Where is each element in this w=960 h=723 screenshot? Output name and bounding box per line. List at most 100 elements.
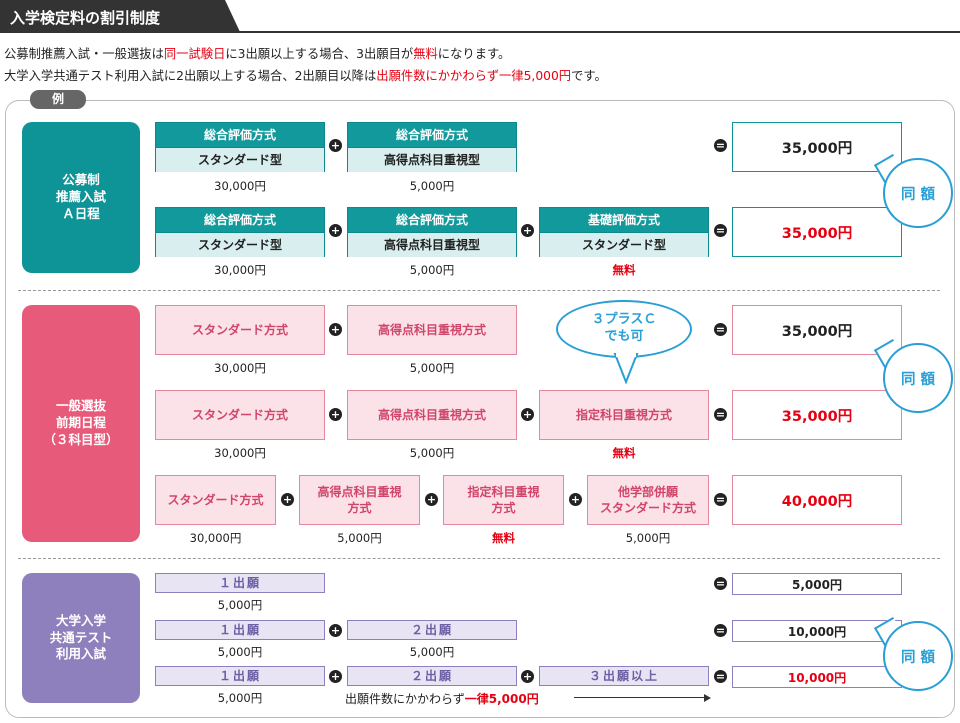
price-free: 無料: [612, 263, 636, 277]
koubo-r2-box-1: 総合評価方式 スタンダード型: [155, 207, 325, 257]
kyotsu-r1-result: 5,000円: [732, 573, 902, 595]
intro-highlight: 出願件数にかかわらず一律5,000円: [376, 69, 572, 83]
box-method: 基礎評価方式: [540, 208, 708, 232]
koubo-r2-box-2: 総合評価方式 高得点科目重視型: [347, 207, 517, 257]
price-label: 5,000円: [409, 263, 455, 277]
ippan-r2-box-3: 指定科目重視方式: [539, 390, 709, 440]
ippan-r3-box-4: 他学部併願 スタンダード方式: [587, 475, 709, 525]
equals-icon: =: [714, 670, 727, 683]
ippan-r2-box-1: スタンダード方式: [155, 390, 325, 440]
same-amount-bubble: 同 額: [883, 158, 953, 228]
price-label: 5,000円: [217, 691, 263, 705]
box-type: 高得点科目重視型: [348, 232, 516, 257]
equals-icon: =: [714, 493, 727, 506]
plus-icon: +: [521, 408, 534, 421]
kyotsu-r3-box-2: ２出願: [347, 666, 517, 686]
kyotsu-r3-box-1: １出願: [155, 666, 325, 686]
page-title: 入学検定料の割引制度: [0, 0, 240, 32]
callout-tail: [613, 353, 639, 384]
box-method: 総合評価方式: [348, 208, 516, 232]
plus-icon: +: [521, 670, 534, 683]
price-label: 5,000円: [337, 531, 382, 545]
intro-text: に3出願以上する場合、3出願目が: [225, 47, 414, 61]
koubo-r2-box-3: 基礎評価方式 スタンダード型: [539, 207, 709, 257]
plus-icon: +: [329, 139, 342, 152]
equals-icon: =: [714, 624, 727, 637]
note-text: 出願件数にかかわらず: [345, 692, 465, 706]
box-type: スタンダード型: [540, 232, 708, 257]
flat-fee-note: 出願件数にかかわらず一律5,000円: [345, 690, 539, 707]
plus-icon: +: [329, 408, 342, 421]
ippan-r2-result: 35,000円: [732, 390, 902, 440]
box-method: 総合評価方式: [156, 123, 324, 147]
ippan-r2-box-2: 高得点科目重視方式: [347, 390, 517, 440]
ippan-r3-result: 40,000円: [732, 475, 902, 525]
plus-icon: +: [329, 323, 342, 336]
price-label: 30,000円: [189, 531, 242, 545]
intro-highlight: 無料: [413, 47, 438, 61]
intro-text: になります。: [437, 47, 511, 61]
box-method: 総合評価方式: [156, 208, 324, 232]
price-free: 無料: [492, 531, 515, 545]
price-label: 5,000円: [409, 179, 455, 193]
category-ippan: 一般選抜 前期日程 （３科目型）: [22, 305, 140, 542]
plus-icon: +: [329, 224, 342, 237]
ippan-r1-box-2: 高得点科目重視方式: [347, 305, 517, 355]
equals-icon: =: [714, 224, 727, 237]
price-label: 30,000円: [214, 179, 266, 193]
equals-icon: =: [714, 577, 727, 590]
arrow-right-icon: [704, 694, 711, 702]
ippan-r3-box-1: スタンダード方式: [155, 475, 276, 525]
plus-icon: +: [569, 493, 582, 506]
kyotsu-r3-box-3: ３出願以上: [539, 666, 709, 686]
equals-icon: =: [714, 408, 727, 421]
kyotsu-r3-result: 10,000円: [732, 666, 902, 688]
intro-line-1: 公募制推薦入試・一般選抜は同一試験日に3出願以上する場合、3出願目が無料になりま…: [4, 44, 510, 62]
price-label: 5,000円: [409, 645, 455, 659]
intro-highlight: 同一試験日: [163, 47, 226, 61]
equals-icon: =: [714, 139, 727, 152]
intro-text: 公募制推薦入試・一般選抜は: [4, 47, 164, 61]
example-label: 例: [30, 90, 86, 109]
intro-text: 大学入学共通テスト利用入試に2出願以上する場合、2出願目以降は: [4, 69, 377, 83]
box-type: スタンダード型: [156, 232, 324, 257]
category-koubo: 公募制 推薦入試 Ａ日程: [22, 122, 140, 273]
koubo-r2-result: 35,000円: [732, 207, 902, 257]
price-free: 無料: [612, 446, 636, 460]
koubo-r1-box-1: 総合評価方式 スタンダード型: [155, 122, 325, 172]
koubo-r1-box-2: 総合評価方式 高得点科目重視型: [347, 122, 517, 172]
price-label: 30,000円: [214, 446, 266, 460]
ippan-r3-box-2: 高得点科目重視 方式: [299, 475, 420, 525]
callout-3plusc: ３プラスＣ でも可: [556, 300, 692, 358]
section-divider: [18, 558, 940, 559]
equals-icon: =: [714, 323, 727, 336]
price-label: 5,000円: [625, 531, 671, 545]
intro-text: です。: [571, 69, 607, 83]
same-amount-bubble: 同 額: [883, 621, 953, 691]
same-amount-bubble: 同 額: [883, 343, 953, 413]
header-rule: [0, 31, 960, 33]
price-label: 30,000円: [214, 263, 266, 277]
ippan-r3-box-3: 指定科目重視 方式: [443, 475, 564, 525]
price-label: 5,000円: [217, 598, 263, 612]
kyotsu-r1-box-1: １出願: [155, 573, 325, 593]
kyotsu-r2-box-2: ２出願: [347, 620, 517, 640]
box-type: スタンダード型: [156, 147, 324, 172]
box-type: 高得点科目重視型: [348, 147, 516, 172]
section-divider: [18, 290, 940, 291]
price-label: 30,000円: [214, 361, 266, 375]
plus-icon: +: [521, 224, 534, 237]
note-highlight: 一律5,000円: [464, 692, 539, 706]
ippan-r1-box-1: スタンダード方式: [155, 305, 325, 355]
price-label: 5,000円: [217, 645, 263, 659]
plus-icon: +: [425, 493, 438, 506]
price-label: 5,000円: [409, 361, 455, 375]
intro-line-2: 大学入学共通テスト利用入試に2出願以上する場合、2出願目以降は出願件数にかかわら…: [4, 66, 607, 84]
price-label: 5,000円: [409, 446, 455, 460]
category-kyotsu: 大学入学 共通テスト 利用入試: [22, 573, 140, 703]
plus-icon: +: [329, 624, 342, 637]
box-method: 総合評価方式: [348, 123, 516, 147]
arrow-line: [574, 697, 708, 698]
kyotsu-r2-box-1: １出願: [155, 620, 325, 640]
plus-icon: +: [281, 493, 294, 506]
